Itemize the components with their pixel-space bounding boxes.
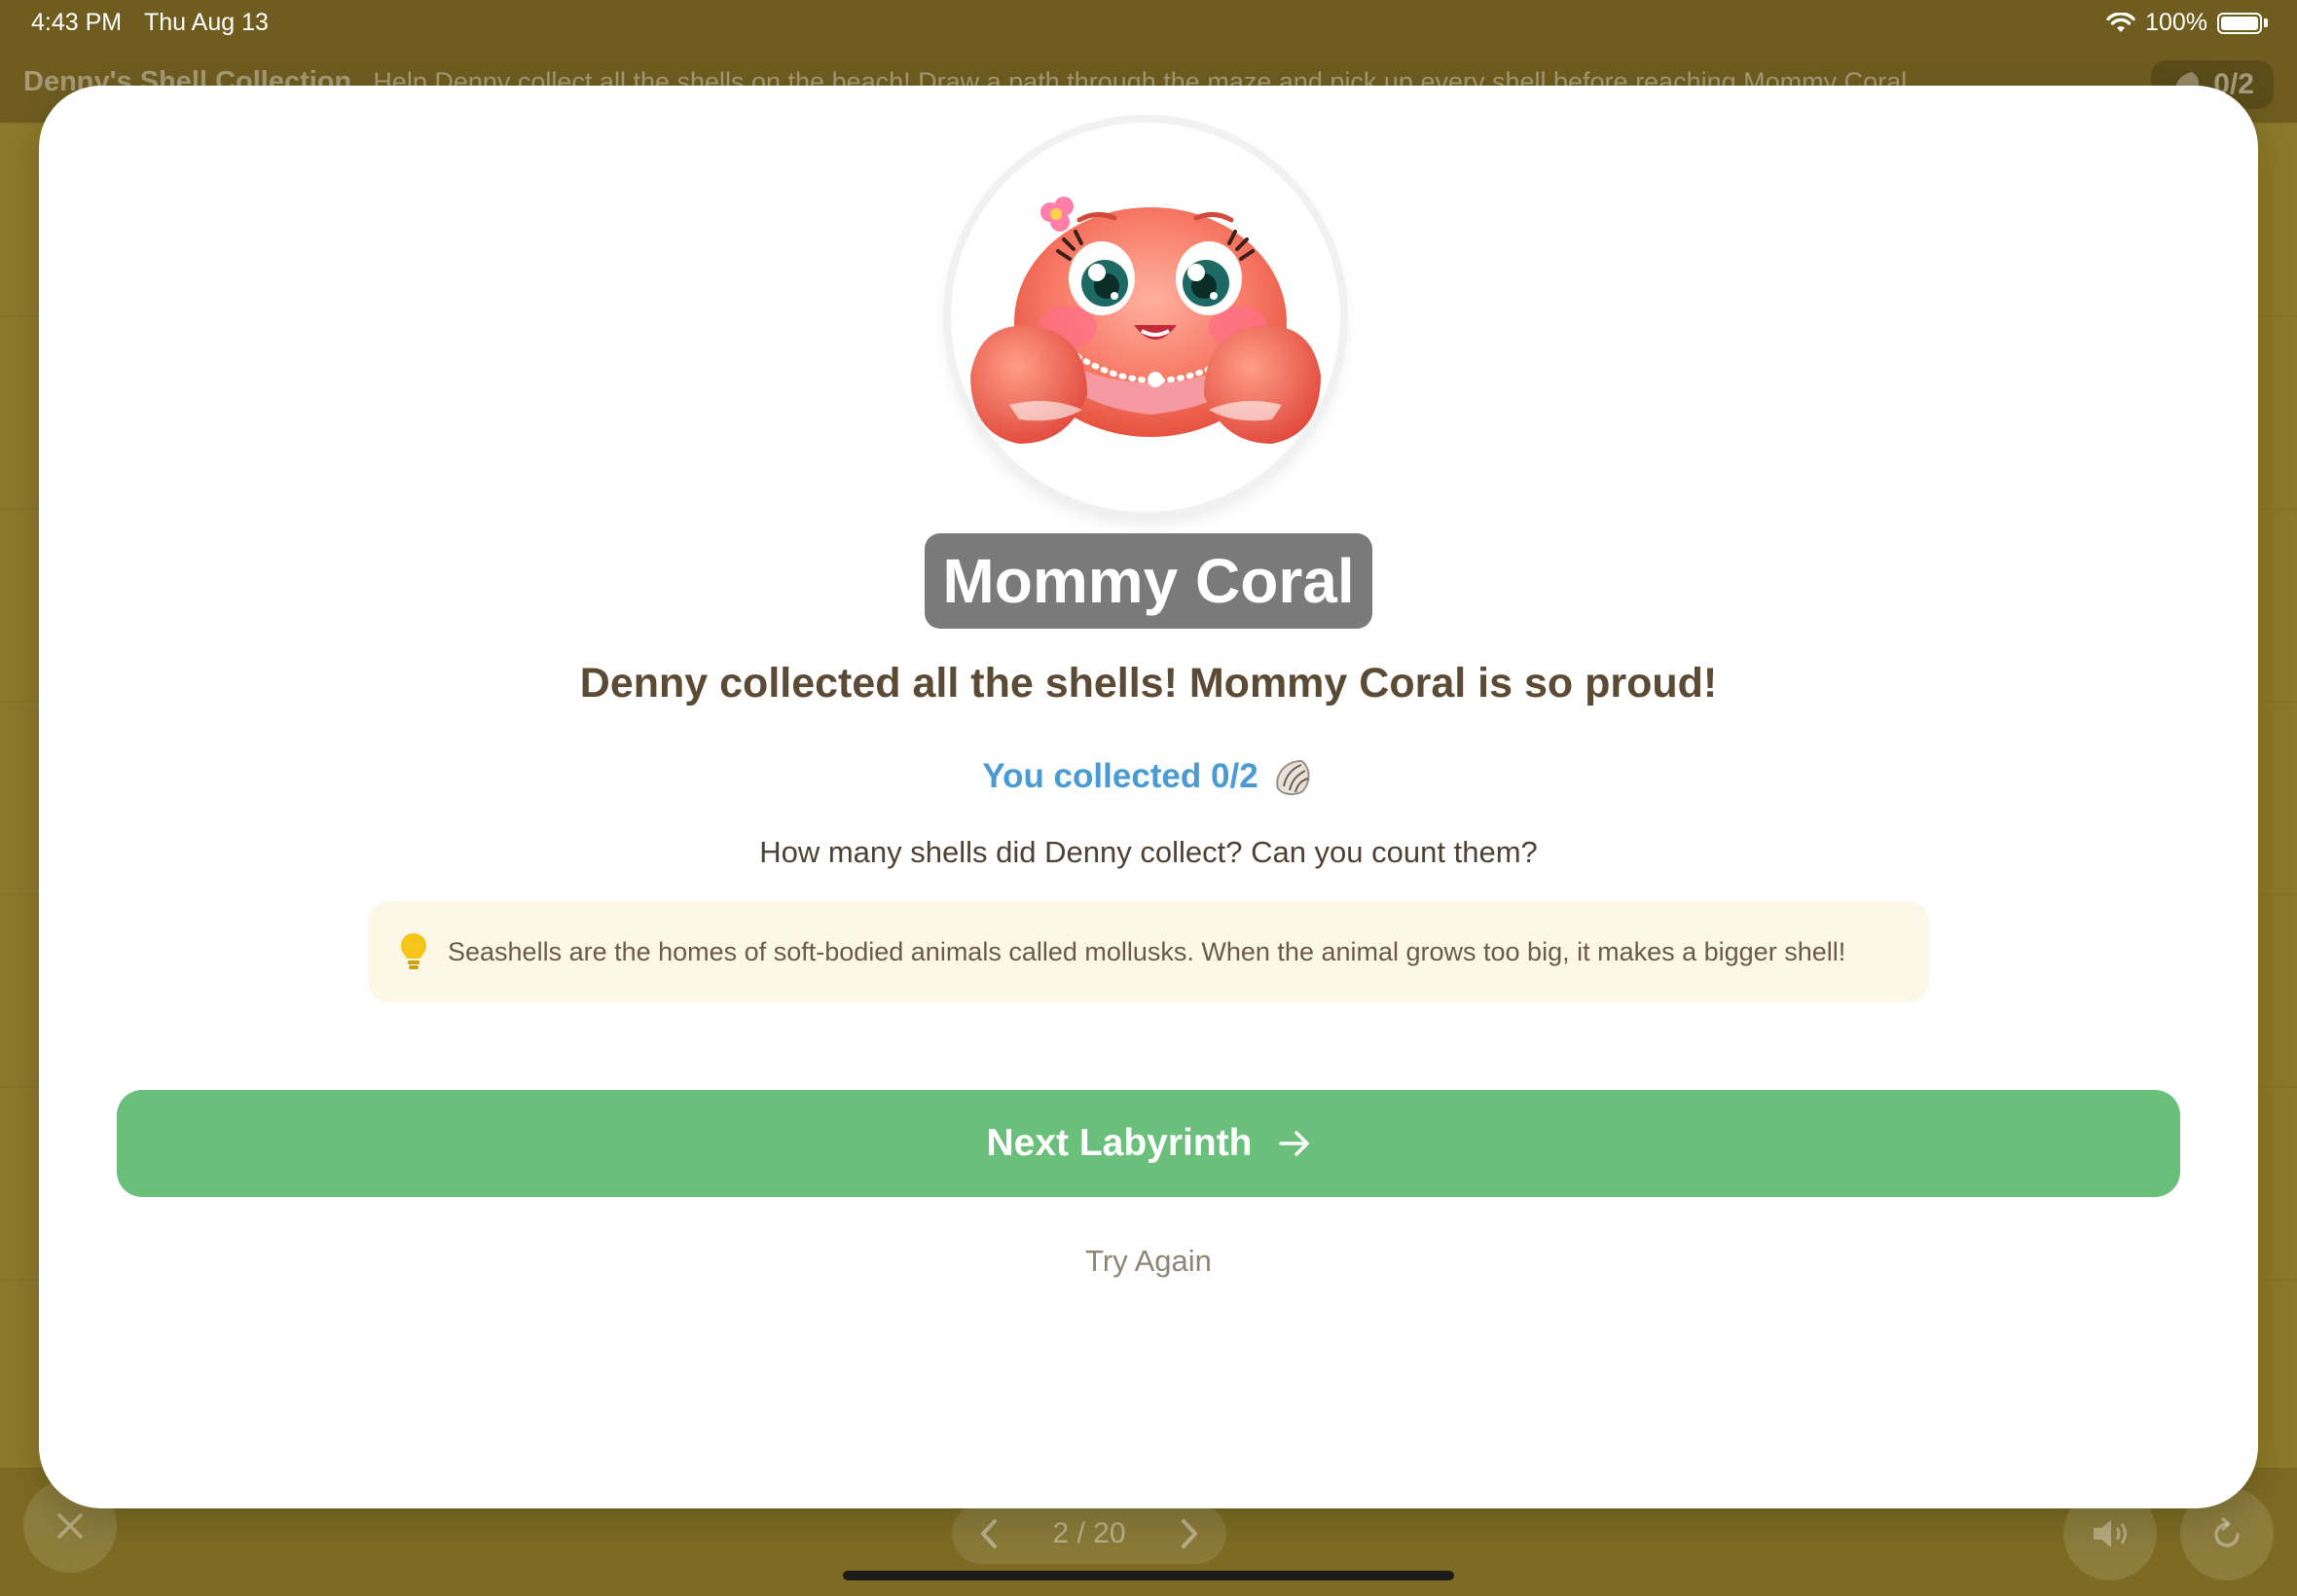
chevron-left-icon[interactable] [977,1517,1001,1550]
try-again-button[interactable]: Try Again [39,1244,2258,1279]
result-modal: Mommy Coral Denny collected all the shel… [39,86,2258,1508]
lightbulb-icon [401,933,426,969]
battery-nub [2264,18,2268,27]
arrow-right-icon [1278,1131,1309,1156]
home-indicator [843,1571,1454,1580]
restart-icon [2214,1517,2240,1547]
status-right: 100% [2106,9,2268,37]
count-question: How many shells did Denny collect? Can y… [759,835,1538,869]
level-pager: 2 / 20 [952,1504,1226,1564]
status-date: Thu Aug 13 [144,9,269,36]
status-time: 4:43 PM [31,9,123,36]
pager-text: 2 / 20 [1052,1517,1126,1549]
result-headline: Denny collected all the shells! Mommy Co… [579,660,1718,707]
crab-character-image [970,197,1321,444]
chevron-right-icon[interactable] [1178,1517,1201,1550]
collected-text: You collected 0/2 [982,757,1258,795]
speaker-icon [2094,1520,2127,1547]
character-name-badge: Mommy Coral [925,533,1372,629]
fun-fact-text: Seashells are the homes of soft-bodied a… [448,936,1846,966]
character-avatar [951,123,1340,512]
battery-icon [2217,12,2262,34]
next-labyrinth-button[interactable]: Next Labyrinth [117,1090,2180,1197]
next-labyrinth-label: Next Labyrinth [986,1122,1253,1164]
wifi-icon [2106,12,2135,32]
close-icon [57,1513,83,1539]
status-bar: 4:43 PM Thu Aug 13 100% [0,0,2297,47]
fun-fact-box: Seashells are the homes of soft-bodied a… [368,901,1929,1002]
collected-count: You collected 0/2 [39,755,2258,798]
shell-icon [1275,759,1310,796]
battery-percent: 100% [2145,9,2207,36]
